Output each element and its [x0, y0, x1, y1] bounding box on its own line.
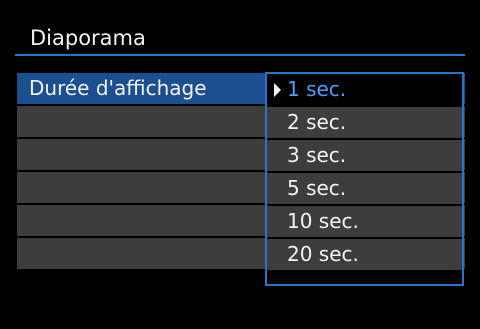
page-title: Diaporama — [30, 26, 146, 50]
duration-dropdown: 1 sec. 2 sec. 3 sec. 5 sec. 10 sec. 20 s… — [265, 72, 464, 286]
option-1-sec[interactable]: 1 sec. — [267, 74, 462, 105]
option-3-sec[interactable]: 3 sec. — [267, 140, 462, 171]
option-label: 1 sec. — [287, 77, 347, 101]
option-10-sec[interactable]: 10 sec. — [267, 206, 462, 237]
option-label: 2 sec. — [287, 110, 347, 134]
selection-pointer-icon — [274, 83, 281, 97]
option-label: 20 sec. — [287, 242, 359, 266]
header-divider — [15, 54, 465, 56]
setting-label: Durée d'affichage — [29, 76, 207, 100]
option-label: 10 sec. — [287, 209, 359, 233]
option-5-sec[interactable]: 5 sec. — [267, 173, 462, 204]
option-label: 5 sec. — [287, 176, 347, 200]
option-2-sec[interactable]: 2 sec. — [267, 107, 462, 138]
option-label: 3 sec. — [287, 143, 347, 167]
option-20-sec[interactable]: 20 sec. — [267, 239, 462, 270]
header: Diaporama — [0, 0, 480, 56]
